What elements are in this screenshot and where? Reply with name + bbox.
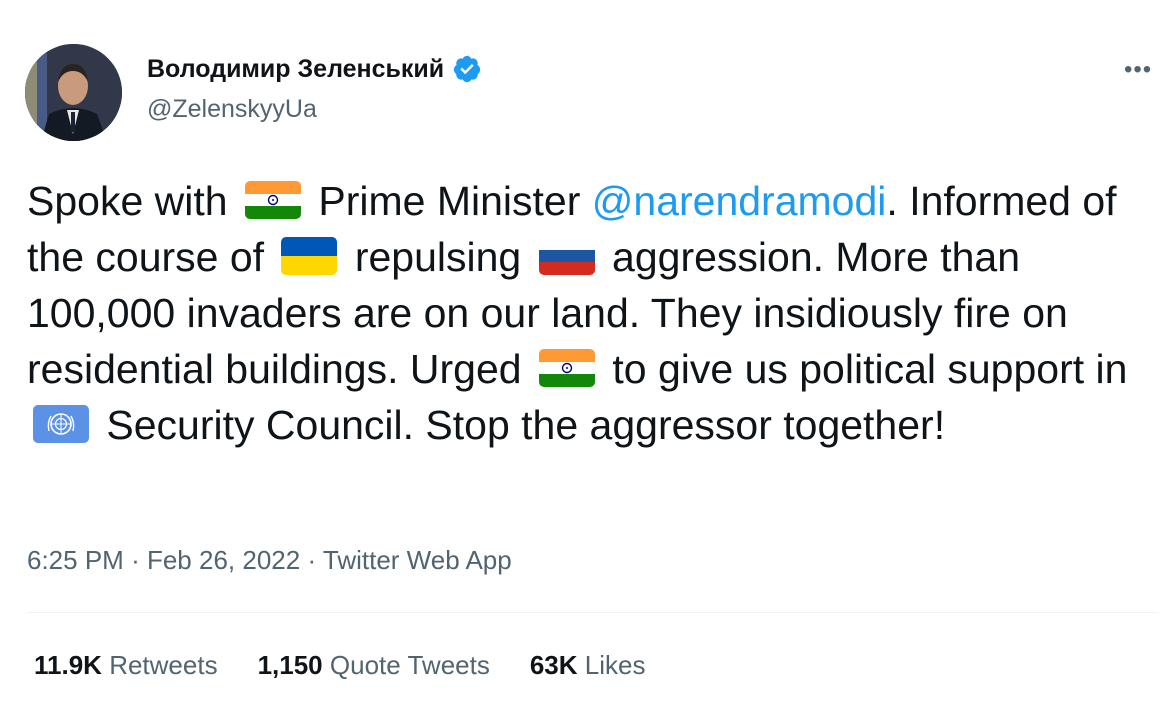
meta-separator: · [131, 545, 140, 575]
retweets-label: Retweets [109, 650, 218, 680]
likes-stat[interactable]: 63K Likes [530, 650, 646, 681]
tweet-source[interactable]: Twitter Web App [323, 545, 512, 575]
flag-un-icon [33, 405, 89, 444]
quote-tweets-label: Quote Tweets [329, 650, 490, 680]
mention-link[interactable]: @narendramodi [592, 178, 887, 224]
tweet-text-segment: Spoke with [27, 178, 228, 224]
display-name[interactable]: Володимир Зеленський [147, 55, 444, 84]
meta-separator: · [307, 545, 317, 575]
user-handle[interactable]: @ZelenskyyUa [147, 95, 317, 124]
likes-label: Likes [584, 650, 646, 680]
tweet-text-segment: aggression. [612, 234, 825, 280]
retweets-count: 11.9K [34, 650, 102, 680]
engagement-stats: 11.9K Retweets 1,150 Quote Tweets 63K Li… [34, 650, 645, 681]
tweet-text-segment: to give us political support in [612, 346, 1128, 392]
tweet-text-segment: Prime Minister [318, 178, 581, 224]
tweet-text-segment: Security Council. Stop the aggressor tog… [106, 402, 946, 448]
flag-india-icon [538, 349, 595, 388]
tweet-text: Spoke with Prime Minister @narendramodi.… [27, 173, 1152, 453]
likes-count: 63K [529, 650, 578, 680]
tweet-time[interactable]: 6:25 PM [27, 545, 124, 575]
quote-tweets-stat[interactable]: 1,150 Quote Tweets [258, 650, 490, 681]
tweet-text-segment: . [886, 178, 898, 224]
tweet-meta: 6:25 PM · Feb 26, 2022 · Twitter Web App [27, 545, 512, 576]
quote-tweets-count: 1,150 [257, 650, 323, 680]
flag-ukraine-icon [281, 237, 338, 276]
retweets-stat[interactable]: 11.9K Retweets [34, 650, 218, 681]
divider [27, 612, 1157, 613]
more-horizontal-icon[interactable]: ••• [1124, 56, 1152, 84]
verified-badge-icon [452, 54, 482, 84]
avatar[interactable] [25, 44, 122, 141]
tweet-date[interactable]: Feb 26, 2022 [147, 545, 300, 575]
flag-india-icon [244, 181, 301, 220]
tweet-text-segment: repulsing [354, 234, 522, 280]
flag-russia-icon [538, 237, 595, 276]
